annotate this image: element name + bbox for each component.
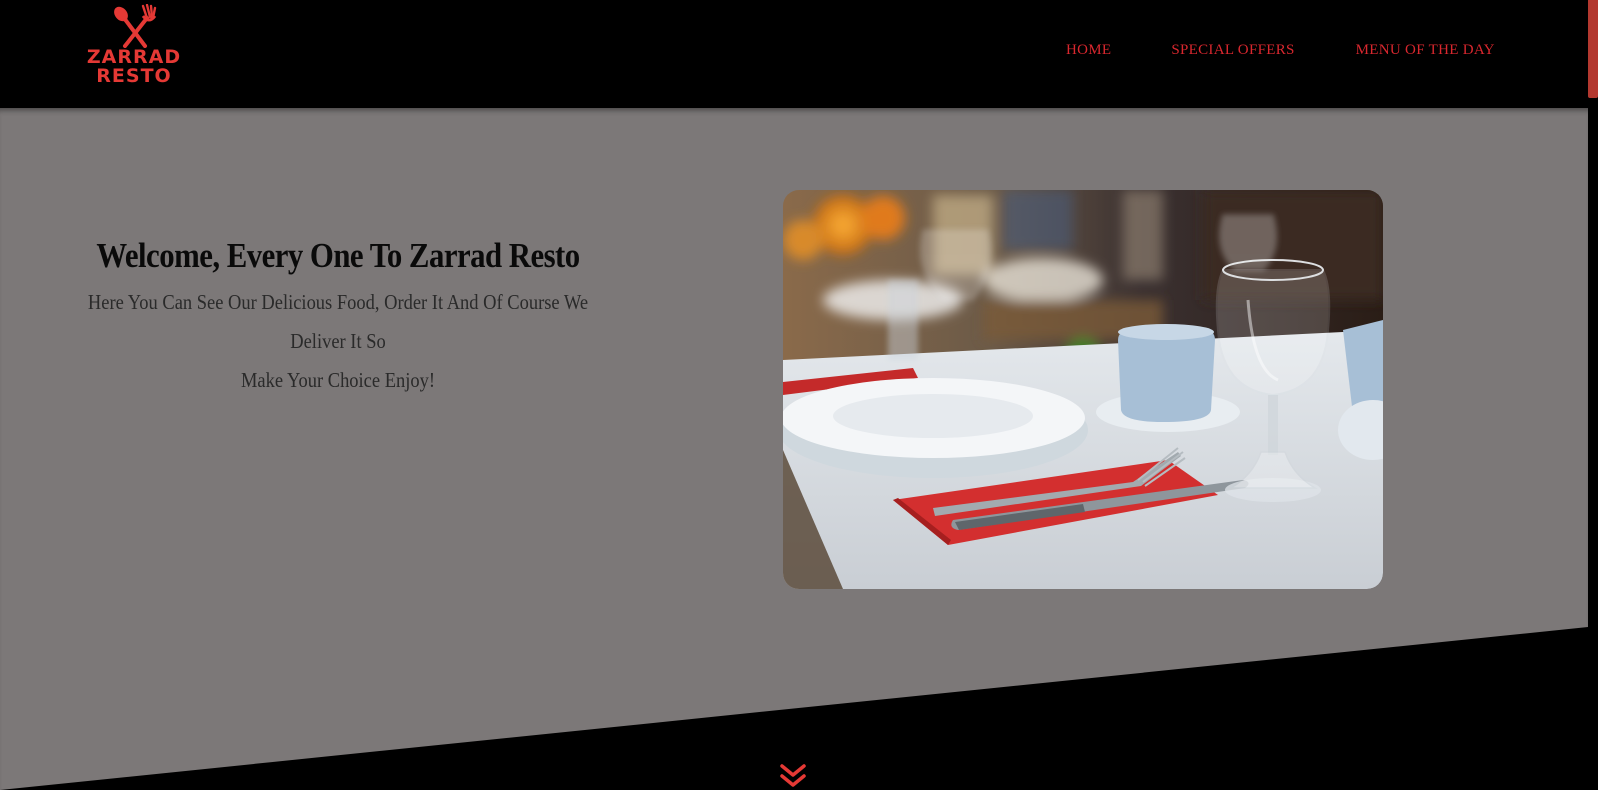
scrollbar-thumb[interactable] — [1588, 0, 1598, 98]
main-nav: HOME SPECIAL OFFERS MENU OF THE DAY — [1066, 42, 1495, 59]
hero-subtitle-line1: Here You Can See Our Delicious Food, Ord… — [87, 290, 589, 353]
restaurant-table-photo — [783, 190, 1383, 589]
scroll-down-button[interactable] — [779, 762, 807, 790]
hero-photo — [783, 190, 1383, 589]
nav-special-offers[interactable]: SPECIAL OFFERS — [1171, 42, 1294, 59]
hero-subtitle-line2: Make Your Choice Enjoy! — [240, 368, 436, 392]
fork-spoon-icon — [114, 4, 157, 48]
brand-logo[interactable]: ZARRAD RESTO — [82, 4, 186, 98]
brand-name-line2: RESTO — [96, 65, 172, 87]
site-header: ZARRAD RESTO HOME SPECIAL OFFERS MENU OF… — [0, 0, 1588, 108]
scrollbar[interactable] — [1588, 0, 1598, 790]
hero-text-block: Welcome, Every One To Zarrad Resto Here … — [20, 233, 656, 400]
hero-title: Welcome, Every One To Zarrad Resto — [96, 236, 580, 275]
nav-menu-of-the-day[interactable]: MENU OF THE DAY — [1356, 42, 1495, 59]
nav-home[interactable]: HOME — [1066, 42, 1111, 59]
double-chevron-down-icon — [780, 764, 806, 787]
